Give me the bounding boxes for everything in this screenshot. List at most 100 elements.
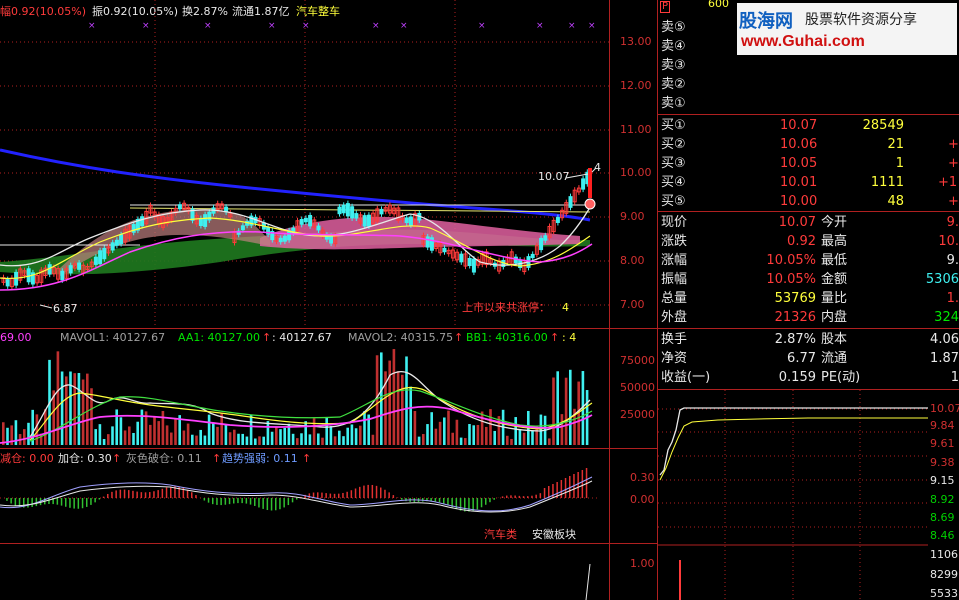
candle-body bbox=[177, 204, 182, 210]
volume-bar bbox=[405, 356, 408, 445]
indicator-bar bbox=[581, 470, 584, 498]
sell-level-5[interactable]: 卖⑤ bbox=[661, 18, 686, 37]
svg-text:×: × bbox=[268, 21, 276, 31]
quote-label: 涨幅 bbox=[661, 253, 688, 268]
sell-level-4[interactable]: 卖④ bbox=[661, 37, 686, 56]
indicator-bar bbox=[258, 498, 260, 508]
quote-label-2: 最高 bbox=[821, 234, 848, 249]
indicator-bar bbox=[438, 498, 441, 503]
quote-label: 涨跌 bbox=[661, 234, 688, 249]
volume-bar bbox=[522, 432, 526, 445]
volume-bar bbox=[459, 437, 463, 445]
quote-value-2: 5306 bbox=[925, 272, 959, 287]
volume-bar bbox=[262, 436, 265, 445]
candle-body bbox=[543, 235, 548, 241]
candle-body bbox=[308, 215, 313, 227]
volume-bar bbox=[86, 373, 89, 445]
indicator-bar bbox=[535, 494, 537, 498]
indicator-bar bbox=[266, 498, 269, 511]
indicator-bar bbox=[207, 498, 210, 503]
minute-volume-axis-label: 5533 bbox=[930, 587, 958, 600]
sell-level-3[interactable]: 卖③ bbox=[661, 56, 686, 75]
quote-label-2: 内盘 bbox=[821, 310, 848, 325]
volume-bar bbox=[531, 430, 534, 445]
price-axis-label: 8.00 bbox=[620, 254, 645, 267]
candle-body bbox=[568, 196, 573, 208]
volume-bar bbox=[35, 414, 39, 445]
candle-body bbox=[341, 204, 346, 214]
indicator-chart[interactable] bbox=[0, 465, 609, 543]
indicator-bar bbox=[186, 489, 189, 498]
volume-bar bbox=[493, 430, 496, 445]
buy-price: 10.05 bbox=[780, 156, 818, 171]
volume-bar bbox=[216, 426, 219, 445]
indicator-bar bbox=[31, 498, 33, 507]
quote-value-2: 1.87 bbox=[930, 351, 959, 366]
indicator-bar bbox=[338, 493, 340, 498]
indicator-bar bbox=[333, 493, 336, 498]
volume-bar bbox=[506, 435, 509, 445]
kline-chart[interactable]: × × × × × × × × × × × bbox=[0, 0, 609, 328]
tag-anhui[interactable]: 安徽板块 bbox=[532, 528, 576, 541]
indicator-bar bbox=[245, 498, 248, 504]
indicator-bar bbox=[60, 498, 63, 506]
sell-level-2[interactable]: 卖② bbox=[661, 75, 686, 94]
volume-axis-label: 25000 bbox=[620, 408, 655, 421]
volume-bar bbox=[119, 417, 123, 445]
volume-bar bbox=[480, 411, 484, 445]
volume-bar bbox=[489, 409, 492, 445]
volume-bar bbox=[73, 373, 76, 445]
volume-bar bbox=[413, 411, 417, 445]
volume-bar bbox=[27, 422, 30, 445]
volume-bar bbox=[354, 428, 358, 445]
volume-bar bbox=[300, 433, 303, 445]
volume-bar bbox=[199, 429, 202, 445]
sell-level-1[interactable]: 卖① bbox=[661, 94, 686, 113]
candle-body bbox=[362, 215, 367, 227]
indicator-bar bbox=[522, 496, 525, 498]
bottom-chart[interactable] bbox=[0, 544, 609, 600]
quote-label: 换手 bbox=[661, 332, 688, 347]
mavol1-label: MAVOL1: 40127.67 bbox=[60, 331, 166, 344]
indicator-bar bbox=[27, 498, 29, 508]
quote-value: 10.05% bbox=[766, 253, 816, 268]
indicator-bar bbox=[140, 492, 143, 498]
price-axis-divider bbox=[609, 0, 610, 600]
buy-label: 买⑤ bbox=[661, 194, 686, 209]
volume-bar bbox=[153, 415, 156, 445]
indicator-bar bbox=[10, 498, 12, 504]
volume-chart[interactable] bbox=[0, 345, 609, 447]
indicator-bar bbox=[73, 498, 75, 509]
indicator-bar bbox=[384, 489, 386, 498]
buy-price: 10.00 bbox=[780, 194, 818, 209]
indicator-bar bbox=[539, 493, 542, 498]
quote-value: 0.92 bbox=[787, 234, 816, 249]
volume-bar bbox=[245, 436, 249, 445]
indicator-bar bbox=[485, 498, 487, 505]
quote-label: 净资 bbox=[661, 351, 688, 366]
indicator-bar bbox=[354, 488, 357, 498]
candle-body bbox=[429, 237, 434, 251]
minute-volume-axis-label: 1106 bbox=[930, 548, 958, 561]
candle-body bbox=[282, 235, 287, 242]
volume-bar bbox=[485, 426, 488, 445]
volume-bar bbox=[468, 424, 471, 445]
indicator-bar bbox=[191, 492, 193, 498]
indicator-bar bbox=[514, 495, 516, 498]
volume-bar bbox=[195, 435, 198, 445]
quote-value-2: 324 bbox=[934, 310, 959, 325]
candle-body bbox=[345, 203, 350, 217]
indicator-bar bbox=[476, 498, 479, 510]
volume-bar bbox=[552, 377, 555, 445]
candle-body bbox=[442, 247, 447, 253]
quote-value: 2.87% bbox=[774, 332, 816, 347]
volume-bar bbox=[359, 425, 362, 445]
minute-chart[interactable] bbox=[658, 390, 928, 600]
tag-auto[interactable]: 汽车类 bbox=[484, 528, 517, 541]
volume-bar bbox=[518, 429, 522, 445]
buy-volume: 48 bbox=[887, 194, 904, 209]
candle-body bbox=[98, 250, 103, 265]
colon-value: : 40127.67 bbox=[272, 331, 332, 344]
quote-value: 21326 bbox=[774, 310, 816, 325]
volume-bar bbox=[69, 371, 72, 445]
